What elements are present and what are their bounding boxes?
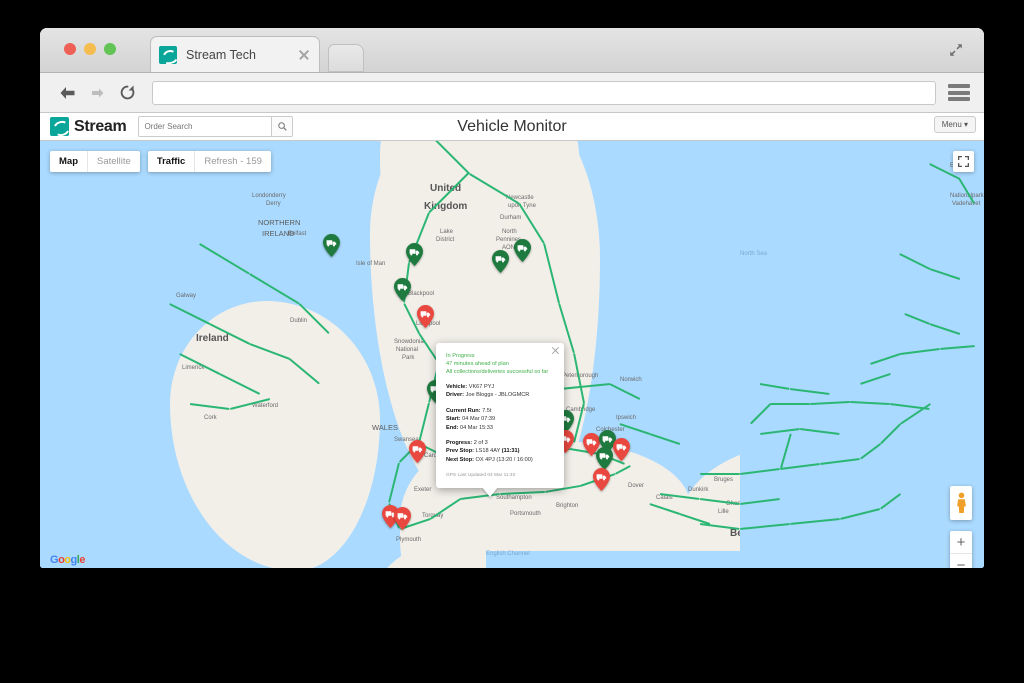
current-run-label: Current Run: [446,408,481,414]
screenshot-root: Stream Tech [0,0,1024,683]
close-window-button[interactable] [64,43,76,55]
map-overlay-traffic[interactable]: Traffic [148,151,195,172]
tab-title: Stream Tech [186,48,297,62]
browser-titlebar: Stream Tech [40,28,984,73]
vehicle-marker-green[interactable] [596,447,613,470]
minimize-window-button[interactable] [84,43,96,55]
prev-stop-row: Prev Stop: LS18 4AY (11:31) [446,447,554,455]
prev-stop-time: (11:31) [502,448,520,454]
new-tab-button[interactable] [328,44,364,72]
driver-label: Driver: [446,392,464,398]
application-area: Stream Vehicle Monitor Menu ▾ [40,113,984,568]
vehicle-marker-green[interactable] [514,239,531,262]
close-icon[interactable] [297,48,311,62]
zoom-out-button[interactable]: − [950,553,972,568]
driver-value: Joe Bloggs - JBLOGMCR [466,392,530,398]
hamburger-menu-icon[interactable] [948,84,970,101]
status-line-progress: In Progress [446,352,554,360]
vehicle-info-popup: In Progress 47 minutes ahead of plan All… [436,343,564,488]
status-line-timing: 47 minutes ahead of plan [446,360,554,368]
map-controls: Map Satellite Traffic Refresh - 159 [50,151,271,172]
vehicle-marker-red[interactable] [593,468,610,491]
browser-window: Stream Tech [40,28,984,568]
vehicle-marker-green[interactable] [394,278,411,301]
browser-toolbar [40,73,984,113]
end-value: 04 Mar 15:33 [460,425,493,431]
brand-name: Stream [74,118,126,136]
zoom-in-button[interactable]: + [950,531,972,553]
start-label: Start: [446,416,461,422]
back-arrow-icon[interactable] [54,80,80,106]
forward-arrow-icon[interactable] [84,80,110,106]
map-canvas[interactable]: Map Satellite Traffic Refresh - 159 [40,141,984,568]
fullscreen-icon[interactable] [953,151,974,172]
order-search [138,116,293,137]
popup-status: In Progress 47 minutes ahead of plan All… [446,352,554,376]
status-line-deliveries: All collections/deliveries successful so… [446,368,554,376]
start-value: 04 Mar 07:39 [462,416,495,422]
app-header: Stream Vehicle Monitor Menu ▾ [40,113,984,141]
map-type-satellite[interactable]: Satellite [87,151,140,172]
vehicle-value: VK67 PYJ [469,384,495,390]
map-overlay-group: Traffic Refresh - 159 [148,151,271,172]
map-type-map[interactable]: Map [50,151,87,172]
popup-progress-block: Progress: 2 of 3 Prev Stop: LS18 4AY (11… [446,439,554,464]
attribution-letter: e [79,554,85,566]
vehicle-marker-red[interactable] [613,438,630,461]
vehicle-row: Vehicle: VK67 PYJ [446,383,554,391]
gps-last-updated: GPS Last Updated 04 Mar 11:40 [446,473,554,478]
popup-run-block: Current Run: 7.5t Start: 04 Mar 07:39 En… [446,407,554,432]
next-stop-label: Next Stop: [446,457,474,463]
current-run-row: Current Run: 7.5t [446,407,554,415]
brand-logo: Stream [40,117,126,136]
menu-dropdown-button[interactable]: Menu ▾ [934,116,976,133]
map-refresh-counter[interactable]: Refresh - 159 [194,151,271,172]
zoom-controls: + − [950,531,972,568]
maximize-icon[interactable] [948,42,964,58]
map-type-group: Map Satellite [50,151,140,172]
window-controls [64,43,116,55]
next-stop-row: Next Stop: OX 4PJ (13:20 / 16:00) [446,456,554,464]
street-view-pegman-icon[interactable] [950,486,972,520]
search-icon[interactable] [272,116,293,137]
vehicle-label: Vehicle: [446,384,467,390]
popup-vehicle-block: Vehicle: VK67 PYJ Driver: Joe Bloggs - J… [446,383,554,400]
vehicle-marker-green[interactable] [323,234,340,257]
progress-label: Progress: [446,440,472,446]
prev-stop-label: Prev Stop: [446,448,474,454]
next-stop-time: (13:20 / 16:00) [496,457,532,463]
vehicle-marker-green[interactable] [406,243,423,266]
end-row: End: 04 Mar 15:33 [446,424,554,432]
vehicle-marker-red[interactable] [394,507,411,530]
landmass-denmark-germany [900,251,984,501]
current-run-value: 7.5t [482,408,491,414]
vehicle-marker-green[interactable] [492,250,509,273]
progress-row: Progress: 2 of 3 [446,439,554,447]
zoom-window-button[interactable] [104,43,116,55]
stream-favicon-icon [159,46,177,64]
driver-row: Driver: Joe Bloggs - JBLOGMCR [446,391,554,399]
vehicle-marker-red[interactable] [409,440,426,463]
stream-logo-icon [50,117,69,136]
start-row: Start: 04 Mar 07:39 [446,415,554,423]
prev-stop-value: LS18 4AY [476,448,501,454]
progress-value: 2 of 3 [474,440,488,446]
close-icon[interactable] [551,346,560,355]
search-input[interactable] [138,116,272,137]
end-label: End: [446,425,458,431]
attribution-letter: G [50,554,58,566]
next-stop-value: OX 4PJ [476,457,495,463]
browser-tab[interactable]: Stream Tech [150,36,320,72]
vehicle-marker-red[interactable] [417,305,434,328]
google-attribution: Google [50,554,85,566]
traffic-road-segment [700,473,740,475]
traffic-road-segment [770,403,810,405]
address-bar[interactable] [152,81,936,105]
reload-icon[interactable] [114,80,140,106]
